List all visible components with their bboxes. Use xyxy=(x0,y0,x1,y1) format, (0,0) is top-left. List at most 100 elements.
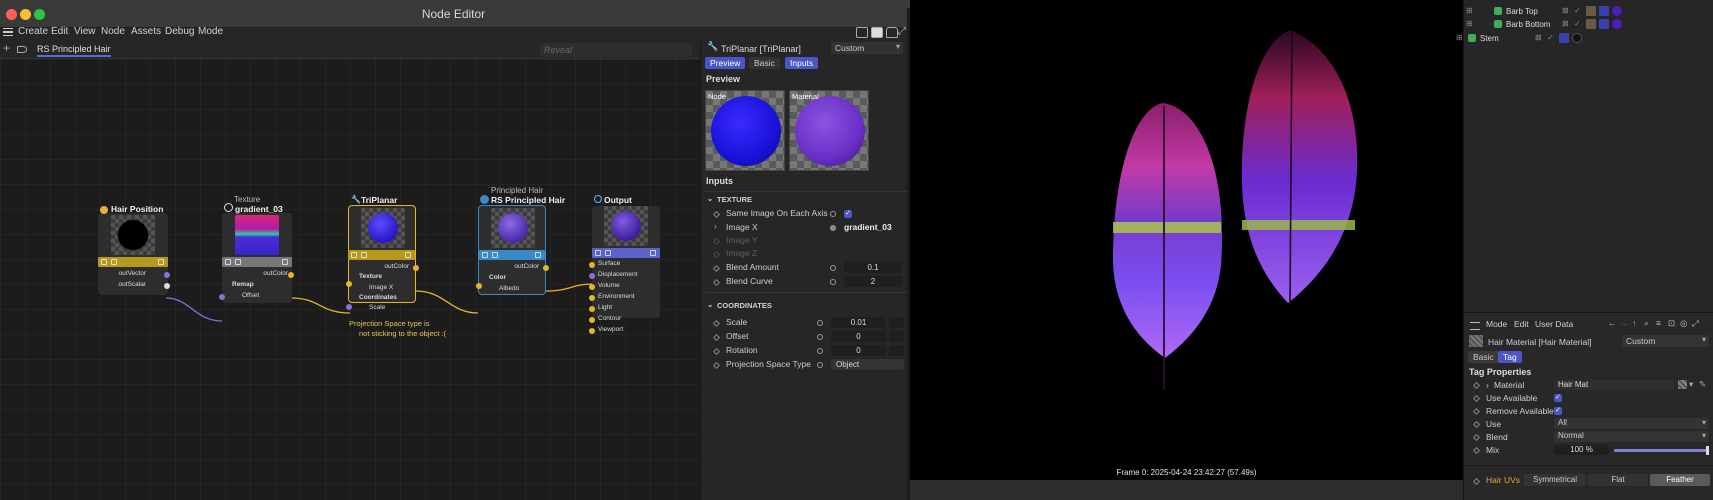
forward-arrow-icon[interactable]: → xyxy=(1620,318,1629,328)
menu-edit[interactable]: Edit xyxy=(51,26,68,37)
expand-icon[interactable]: ⊞ xyxy=(1466,6,1473,15)
port-image-x[interactable] xyxy=(346,281,352,287)
port-scale[interactable] xyxy=(346,304,352,310)
inspector-mode-dropdown[interactable]: Custom xyxy=(831,42,903,54)
keyframe-icon[interactable] xyxy=(712,319,721,328)
uv-mode-flat[interactable]: Flat xyxy=(1588,474,1648,486)
scale-y-input[interactable] xyxy=(889,317,904,328)
group-coordinates[interactable]: Coordinates xyxy=(359,294,397,301)
uv-mode-symmetrical[interactable]: Symmetrical xyxy=(1524,474,1586,486)
render-viewport[interactable] xyxy=(910,0,1463,500)
group-color[interactable]: Color xyxy=(489,274,506,281)
tag-icon[interactable] xyxy=(1599,19,1609,29)
expand-icon[interactable]: ⊞ xyxy=(1466,19,1473,28)
enabled-check-icon[interactable]: ✓ xyxy=(1574,6,1581,15)
menu-node[interactable]: Node xyxy=(101,26,125,37)
hair-material-tag-icon[interactable] xyxy=(1586,6,1596,16)
port-outvector[interactable] xyxy=(164,272,170,278)
attr-menu-edit[interactable]: Edit xyxy=(1514,319,1529,329)
port-outcolor[interactable] xyxy=(413,265,419,271)
enabled-check-icon[interactable]: ✓ xyxy=(1547,33,1554,42)
mix-slider-handle[interactable] xyxy=(1706,446,1709,455)
same-image-checkbox[interactable]: ✓ xyxy=(844,210,852,218)
node-triplanar[interactable]: 🔧 TriPlanar outColor Texture Image X Coo… xyxy=(346,195,419,311)
material-tag-icon[interactable] xyxy=(1572,33,1582,43)
port-connect-icon[interactable] xyxy=(817,320,823,326)
reveal-search-input[interactable]: Reveal xyxy=(540,43,692,57)
scale-input[interactable]: 0.01 xyxy=(831,317,886,328)
filter-icon[interactable]: ≡ xyxy=(1656,318,1661,328)
blend-curve-input[interactable]: 2 xyxy=(844,276,902,287)
use-available-checkbox[interactable]: ✓ xyxy=(1554,394,1562,402)
node-rs-principled-hair[interactable]: Principled Hair RS Principled Hair outCo… xyxy=(476,186,565,295)
node-texture[interactable]: Texture gradient_03 outColor Remap Offse… xyxy=(219,195,294,303)
port-outscalar[interactable] xyxy=(164,283,170,289)
port-connect-icon[interactable] xyxy=(817,334,823,340)
collapse-texture-icon[interactable]: ⌄ xyxy=(707,194,713,203)
port-outcolor[interactable] xyxy=(543,265,549,271)
expand-icon[interactable]: ⊞ xyxy=(1456,33,1463,42)
port-displacement[interactable] xyxy=(589,273,595,279)
attr-tab-basic[interactable]: Basic xyxy=(1468,351,1499,363)
tag-icon[interactable] xyxy=(1599,6,1609,16)
use-dropdown[interactable]: All xyxy=(1554,418,1709,429)
keyframe-icon[interactable] xyxy=(1472,420,1481,429)
port-connect-icon[interactable] xyxy=(830,279,836,285)
graph-tab-rs-principled-hair[interactable]: RS Principled Hair xyxy=(37,44,111,57)
port-connect-icon[interactable] xyxy=(830,211,836,217)
rotation-input[interactable]: 0 xyxy=(831,345,886,356)
hamburger-menu-icon[interactable] xyxy=(1470,322,1480,330)
object-row-barb-bottom[interactable]: ⊞ Barb Bottom ⊠ ✓ xyxy=(1464,18,1713,31)
node-graph-canvas[interactable]: Hair Position outVector outScalar Textur… xyxy=(0,59,700,500)
port-connect-icon[interactable] xyxy=(830,265,836,271)
mix-input[interactable]: 100 % xyxy=(1554,445,1609,455)
lock-icon[interactable] xyxy=(886,27,898,38)
rotation-y-input[interactable] xyxy=(889,345,904,356)
attr-mode-dropdown[interactable]: Custom xyxy=(1622,335,1709,347)
material-menu-chevron-icon[interactable]: ▾ xyxy=(1689,379,1693,390)
blend-dropdown[interactable]: Normal xyxy=(1554,431,1709,442)
menu-create[interactable]: Create xyxy=(18,26,48,37)
group-remap[interactable]: Remap xyxy=(232,281,254,288)
object-row-barb-top[interactable]: ⊞ Barb Top ⊠ ✓ xyxy=(1464,5,1713,18)
keyframe-icon[interactable] xyxy=(712,347,721,356)
new-window-icon[interactable]: ◎ xyxy=(1680,318,1687,329)
node-hair-position[interactable]: Hair Position outVector outScalar xyxy=(98,204,170,295)
popout-icon[interactable]: ⤢ xyxy=(1692,318,1699,329)
pick-material-icon[interactable]: ✎ xyxy=(1699,379,1706,390)
tab-preview[interactable]: Preview xyxy=(705,57,746,69)
keyframe-icon[interactable] xyxy=(712,361,721,370)
material-tag-icon[interactable] xyxy=(1612,6,1622,16)
node-output[interactable]: Output Surface Displacement Volume Envir… xyxy=(589,195,660,334)
keyframe-icon[interactable] xyxy=(1472,446,1481,455)
keyframe-icon[interactable] xyxy=(712,333,721,342)
projection-space-type-dropdown[interactable]: Object xyxy=(831,359,904,370)
port-connected-icon[interactable] xyxy=(830,225,836,231)
enabled-check-icon[interactable]: ✓ xyxy=(1574,19,1581,28)
collapse-coordinates-icon[interactable]: ⌄ xyxy=(707,300,713,309)
keyframe-icon[interactable] xyxy=(1472,433,1481,442)
layout-split-icon[interactable] xyxy=(856,27,868,38)
port-light[interactable] xyxy=(589,306,595,312)
attr-menu-mode[interactable]: Mode xyxy=(1486,319,1507,329)
port-connect-icon[interactable] xyxy=(817,348,823,354)
port-environment[interactable] xyxy=(589,295,595,301)
port-viewport[interactable] xyxy=(589,328,595,334)
up-arrow-icon[interactable]: ↑ xyxy=(1632,318,1636,328)
tag-icon[interactable] xyxy=(17,46,27,53)
remove-available-checkbox[interactable]: ✓ xyxy=(1554,407,1562,415)
popout-icon[interactable]: ⤢ xyxy=(898,26,906,37)
object-name[interactable]: Barb Top xyxy=(1506,7,1538,16)
port-outcolor[interactable] xyxy=(288,272,294,278)
expand-image-x-icon[interactable]: › xyxy=(714,221,717,231)
expand-material-icon[interactable]: › xyxy=(1486,380,1489,390)
menu-mode[interactable]: Mode xyxy=(198,26,223,37)
object-name[interactable]: Stem xyxy=(1480,34,1499,43)
layer-icon[interactable]: ⊠ xyxy=(1535,33,1542,42)
search-icon[interactable]: ⌕ xyxy=(1644,318,1649,329)
layout-panel-icon[interactable] xyxy=(871,27,883,38)
port-offset[interactable] xyxy=(219,294,225,300)
port-connect-icon[interactable] xyxy=(817,362,823,368)
keyframe-icon[interactable] xyxy=(1472,477,1481,486)
hair-material-tag-icon[interactable] xyxy=(1586,19,1596,29)
